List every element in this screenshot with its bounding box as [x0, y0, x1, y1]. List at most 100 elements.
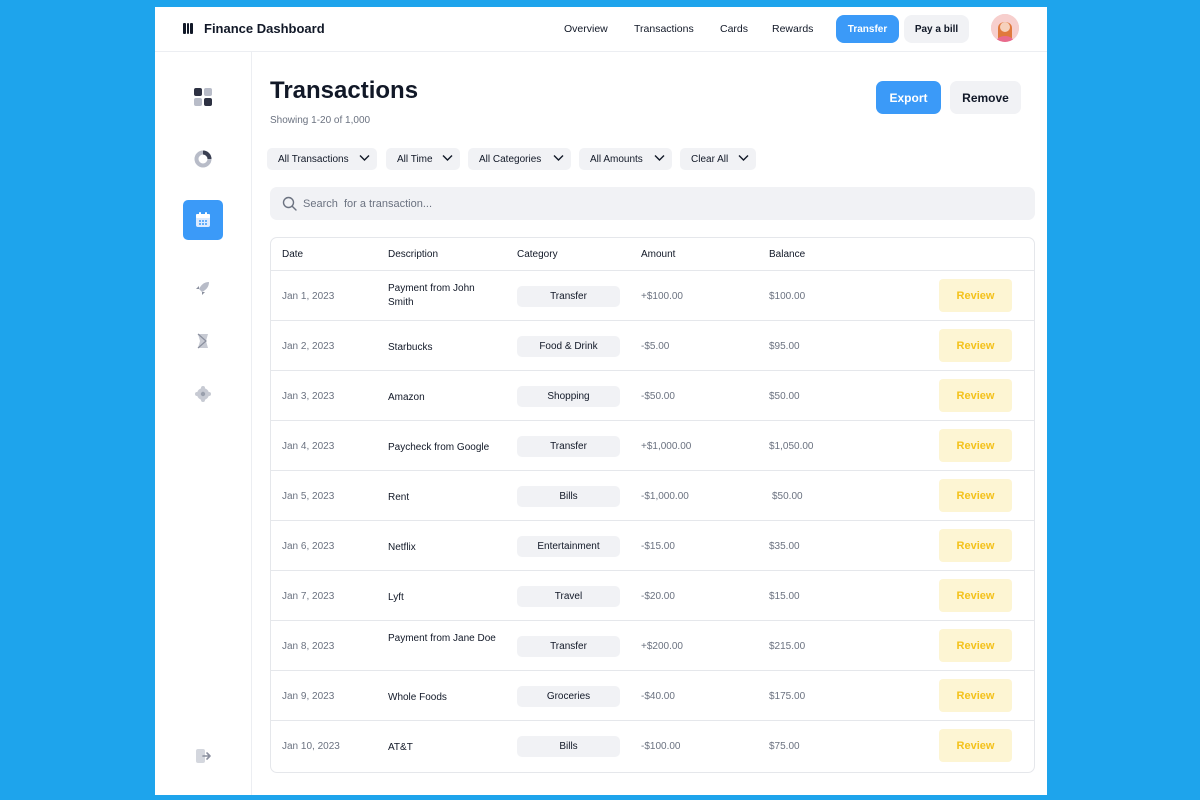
- row-date: Jan 2, 2023: [282, 341, 335, 352]
- app-window: Finance Dashboard Overview Transactions …: [155, 7, 1047, 795]
- table-row[interactable]: Jan 6, 2023 Netflix Entertainment -$15.0…: [271, 521, 1034, 571]
- table-row[interactable]: Jan 9, 2023 Whole Foods Groceries -$40.0…: [271, 671, 1034, 721]
- review-button[interactable]: Review: [939, 479, 1012, 512]
- row-description: Payment from John Smith: [388, 283, 475, 308]
- column-header-amount[interactable]: Amount: [641, 249, 675, 260]
- filter-transactions-dropdown[interactable]: All Transactions: [267, 148, 377, 170]
- analytics-ring-icon: [194, 150, 212, 168]
- nav-link-rewards[interactable]: Rewards: [772, 23, 813, 35]
- column-header-date[interactable]: Date: [282, 249, 303, 260]
- rocket-icon: [196, 282, 209, 295]
- sidebar-item-analytics[interactable]: [183, 139, 223, 179]
- nav-link-transactions[interactable]: Transactions: [634, 23, 694, 35]
- sidebar-item-calendar[interactable]: [183, 200, 223, 240]
- chevron-down-icon: [654, 155, 665, 161]
- nav-link-overview[interactable]: Overview: [564, 23, 608, 35]
- sidebar-item-logout[interactable]: [183, 736, 223, 776]
- user-avatar[interactable]: [991, 14, 1019, 42]
- row-balance: $50.00: [769, 391, 800, 402]
- row-date: Jan 6, 2023: [282, 541, 335, 552]
- row-balance: $15.00: [769, 591, 800, 602]
- review-button[interactable]: Review: [939, 579, 1012, 612]
- transfer-button[interactable]: Transfer: [836, 15, 899, 43]
- category-badge: Groceries: [517, 686, 620, 707]
- remove-button[interactable]: Remove: [950, 81, 1021, 114]
- table-row[interactable]: Jan 2, 2023 Starbucks Food & Drink -$5.0…: [271, 321, 1034, 371]
- column-header-description[interactable]: Description: [388, 249, 438, 260]
- row-date: Jan 1, 2023: [282, 291, 335, 302]
- row-balance: $215.00: [769, 641, 806, 652]
- sidebar-item-settings[interactable]: [183, 374, 223, 414]
- row-amount: -$1,000.00: [641, 491, 689, 502]
- row-balance: $95.00: [769, 341, 800, 352]
- row-balance: $100.00: [769, 291, 806, 302]
- category-badge: Transfer: [517, 436, 620, 457]
- review-button[interactable]: Review: [939, 379, 1012, 412]
- row-amount: -$50.00: [641, 391, 675, 402]
- filter-label: Clear All: [691, 153, 729, 165]
- filter-time-dropdown[interactable]: All Time: [386, 148, 460, 170]
- column-header-balance[interactable]: Balance: [769, 249, 805, 260]
- table-row[interactable]: Jan 8, 2023 Payment from Jane Doe Transf…: [271, 621, 1034, 671]
- table-row[interactable]: Jan 5, 2023 Rent Bills -$1,000.00 $50.00…: [271, 471, 1034, 521]
- search-input[interactable]: [303, 193, 1003, 214]
- row-description: Whole Foods: [388, 692, 447, 703]
- search-bar[interactable]: [270, 187, 1035, 220]
- transactions-table: Date Description Category Amount Balance…: [270, 237, 1035, 773]
- clear-all-dropdown[interactable]: Clear All: [680, 148, 756, 170]
- nav-link-cards[interactable]: Cards: [720, 23, 748, 35]
- review-button[interactable]: Review: [939, 679, 1012, 712]
- table-row[interactable]: Jan 1, 2023 Payment from John Smith Tran…: [271, 271, 1034, 321]
- filter-label: All Transactions: [278, 153, 349, 165]
- row-amount: -$5.00: [641, 341, 670, 352]
- row-balance: $1,050.00: [769, 441, 814, 452]
- category-badge: Entertainment: [517, 536, 620, 557]
- sidebar-item-receipt[interactable]: [183, 321, 223, 361]
- row-amount: +$1,000.00: [641, 441, 692, 452]
- brand[interactable]: Finance Dashboard: [183, 21, 325, 36]
- calendar-icon: [196, 212, 210, 227]
- row-description: Payment from Jane Doe: [388, 633, 496, 644]
- pay-bill-button[interactable]: Pay a bill: [904, 15, 969, 43]
- table-row[interactable]: Jan 10, 2023 AT&T Bills -$100.00 $75.00 …: [271, 721, 1034, 771]
- row-date: Jan 10, 2023: [282, 741, 340, 752]
- table-row[interactable]: Jan 4, 2023 Paycheck from Google Transfe…: [271, 421, 1034, 471]
- row-amount: -$100.00: [641, 741, 681, 752]
- row-date: Jan 7, 2023: [282, 591, 335, 602]
- row-amount: -$40.00: [641, 691, 675, 702]
- row-date: Jan 5, 2023: [282, 491, 335, 502]
- review-button[interactable]: Review: [939, 329, 1012, 362]
- sidebar-item-dashboard[interactable]: [183, 77, 223, 117]
- category-badge: Bills: [517, 736, 620, 757]
- table-row[interactable]: Jan 3, 2023 Amazon Shopping -$50.00 $50.…: [271, 371, 1034, 421]
- search-icon: [282, 196, 297, 211]
- row-date: Jan 9, 2023: [282, 691, 335, 702]
- category-badge: Food & Drink: [517, 336, 620, 357]
- row-description: Starbucks: [388, 342, 433, 353]
- row-balance: $35.00: [769, 541, 800, 552]
- review-button[interactable]: Review: [939, 429, 1012, 462]
- filter-categories-dropdown[interactable]: All Categories: [468, 148, 571, 170]
- row-balance: $50.00: [772, 491, 803, 502]
- review-button[interactable]: Review: [939, 279, 1012, 312]
- row-description: Paycheck from Google: [388, 442, 490, 453]
- settings-icon: [195, 386, 211, 402]
- row-amount: -$20.00: [641, 591, 675, 602]
- export-button[interactable]: Export: [876, 81, 941, 114]
- top-navigation-bar: Finance Dashboard Overview Transactions …: [155, 7, 1047, 52]
- row-description: Rent: [388, 492, 410, 503]
- table-row[interactable]: Jan 7, 2023 Lyft Travel -$20.00 $15.00 R…: [271, 571, 1034, 621]
- review-button[interactable]: Review: [939, 629, 1012, 662]
- sidebar-item-rocket[interactable]: [183, 268, 223, 308]
- review-button[interactable]: Review: [939, 729, 1012, 762]
- column-header-category[interactable]: Category: [517, 249, 558, 260]
- chevron-down-icon: [442, 155, 453, 161]
- results-count: Showing 1-20 of 1,000: [270, 115, 371, 126]
- row-date: Jan 3, 2023: [282, 391, 335, 402]
- filter-label: All Time: [397, 153, 433, 165]
- row-description: AT&T: [388, 742, 413, 753]
- app-title: Finance Dashboard: [204, 21, 325, 36]
- row-date: Jan 4, 2023: [282, 441, 335, 452]
- review-button[interactable]: Review: [939, 529, 1012, 562]
- filter-amounts-dropdown[interactable]: All Amounts: [579, 148, 672, 170]
